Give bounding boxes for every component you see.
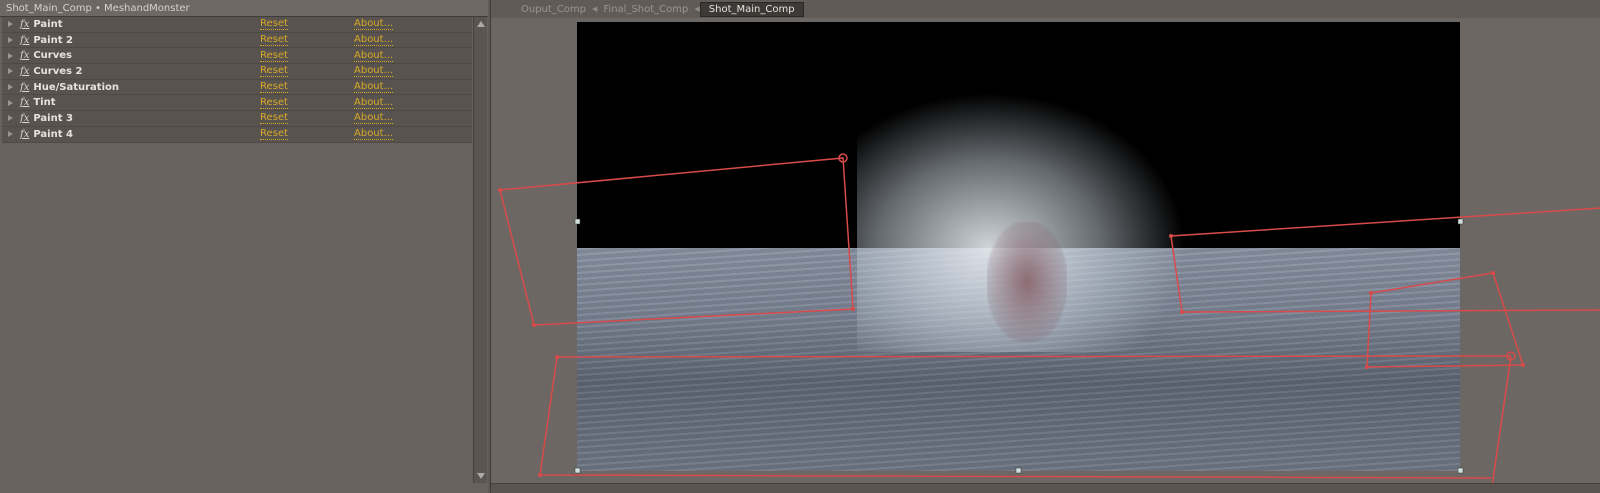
reset-link[interactable]: Reset — [260, 97, 288, 109]
effect-row[interactable]: fx Curves Reset About... — [2, 48, 472, 65]
effects-list: fx Paint Reset About... fx Paint 2 Reset… — [2, 17, 472, 143]
mask-2[interactable] — [1170, 207, 1600, 313]
fx-icon: fx — [20, 18, 30, 30]
effect-name: Paint 4 — [33, 128, 73, 140]
expand-triangle-icon[interactable] — [8, 52, 13, 59]
about-link[interactable]: About... — [354, 81, 394, 94]
effect-name: Paint 2 — [33, 34, 73, 46]
expand-triangle-icon[interactable] — [8, 84, 13, 91]
effect-name: Curves — [33, 50, 72, 62]
about-link[interactable]: About... — [354, 50, 394, 62]
effect-row[interactable]: fx Paint 2 Reset About... — [2, 32, 472, 49]
reset-link[interactable]: Reset — [260, 81, 288, 94]
about-link[interactable]: About... — [354, 65, 394, 78]
reset-link[interactable]: Reset — [260, 112, 288, 125]
expand-triangle-icon[interactable] — [8, 99, 13, 106]
effect-row[interactable]: fx Tint Reset About... — [2, 95, 472, 112]
fx-icon: fx — [20, 128, 30, 140]
effect-name: Paint — [33, 18, 63, 30]
fx-icon: fx — [20, 50, 30, 62]
effect-row[interactable]: fx Paint 3 Reset About... — [2, 111, 472, 127]
mask-4[interactable] — [539, 355, 1512, 479]
about-link[interactable]: About... — [354, 34, 394, 47]
fx-icon: fx — [20, 112, 30, 124]
effect-row[interactable]: fx Paint 4 Reset About... — [2, 126, 472, 143]
expand-triangle-icon[interactable] — [8, 131, 13, 138]
reset-link[interactable]: Reset — [260, 34, 288, 47]
layer-handles — [574, 218, 1464, 474]
fx-icon: fx — [20, 97, 30, 109]
effect-row[interactable]: fx Hue/Saturation Reset About... — [2, 79, 472, 96]
effect-name: Tint — [33, 97, 56, 109]
panel-title: Shot_Main_Comp • MeshandMonster — [0, 0, 488, 17]
expand-triangle-icon[interactable] — [8, 21, 13, 28]
effect-name: Hue/Saturation — [33, 81, 119, 93]
scroll-down-icon[interactable] — [477, 473, 485, 479]
expand-triangle-icon[interactable] — [8, 115, 13, 122]
fx-icon: fx — [20, 34, 30, 46]
composition-viewer: Ouput_Comp ◀ Final_Shot_Comp ◀ Shot_Main… — [490, 0, 1600, 493]
scrollbar[interactable] — [473, 17, 487, 483]
reset-link[interactable]: Reset — [260, 65, 288, 78]
mask-overlay[interactable] — [491, 0, 1600, 493]
effect-row[interactable]: fx Curves 2 Reset About... — [2, 64, 472, 80]
reset-link[interactable]: Reset — [260, 128, 288, 141]
effect-row[interactable]: fx Paint Reset About... — [2, 17, 472, 33]
about-link[interactable]: About... — [354, 18, 394, 31]
about-link[interactable]: About... — [354, 112, 394, 125]
reset-link[interactable]: Reset — [260, 50, 288, 62]
scroll-up-icon[interactable] — [477, 21, 485, 27]
mask-3[interactable] — [1366, 272, 1525, 368]
fx-icon: fx — [20, 65, 30, 77]
mask-1[interactable] — [499, 157, 854, 326]
effect-controls-panel: Shot_Main_Comp • MeshandMonster fx Paint… — [0, 0, 488, 493]
expand-triangle-icon[interactable] — [8, 37, 13, 44]
about-link[interactable]: About... — [354, 97, 394, 109]
fx-icon: fx — [20, 81, 30, 93]
viewer-bottom-bar — [491, 483, 1600, 493]
effect-name: Curves 2 — [33, 65, 83, 77]
expand-triangle-icon[interactable] — [8, 68, 13, 75]
reset-link[interactable]: Reset — [260, 18, 288, 31]
effect-name: Paint 3 — [33, 112, 73, 124]
about-link[interactable]: About... — [354, 128, 394, 141]
